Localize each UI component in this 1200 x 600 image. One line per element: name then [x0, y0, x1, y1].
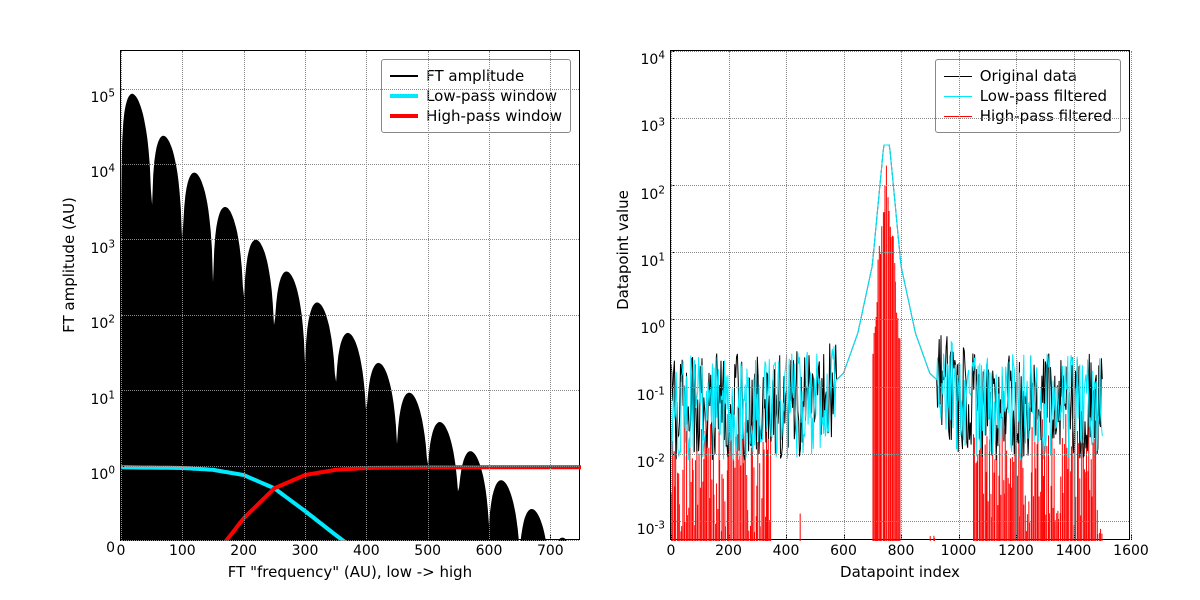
left-xlabel: FT "frequency" (AU), low -> high: [120, 563, 580, 581]
legend-label: Low-pass window: [426, 87, 557, 105]
left-ylabel: FT amplitude (AU): [60, 130, 78, 400]
legend-row: High-pass window: [390, 106, 562, 126]
left-legend: FT amplitude Low-pass window High-pass w…: [381, 59, 571, 133]
legend-label: High-pass window: [426, 107, 562, 125]
legend-label: FT amplitude: [426, 67, 524, 85]
legend-row: High-pass filtered: [944, 106, 1112, 126]
right-plot-axes: Original data Low-pass filtered High-pas…: [670, 50, 1130, 540]
legend-swatch: [390, 114, 418, 118]
left-plot-axes: FT amplitude Low-pass window High-pass w…: [120, 50, 580, 540]
right-ylabel: Datapoint value: [614, 150, 632, 350]
legend-label: Low-pass filtered: [980, 87, 1107, 105]
legend-row: FT amplitude: [390, 66, 562, 86]
legend-label: High-pass filtered: [980, 107, 1112, 125]
legend-swatch: [390, 94, 418, 98]
legend-label: Original data: [980, 67, 1077, 85]
figure: FT amplitude Low-pass window High-pass w…: [0, 0, 1200, 600]
legend-row: Original data: [944, 66, 1112, 86]
legend-row: Low-pass filtered: [944, 86, 1112, 106]
legend-swatch: [390, 75, 418, 77]
right-xlabel: Datapoint index: [670, 563, 1130, 581]
right-legend: Original data Low-pass filtered High-pas…: [935, 59, 1121, 133]
